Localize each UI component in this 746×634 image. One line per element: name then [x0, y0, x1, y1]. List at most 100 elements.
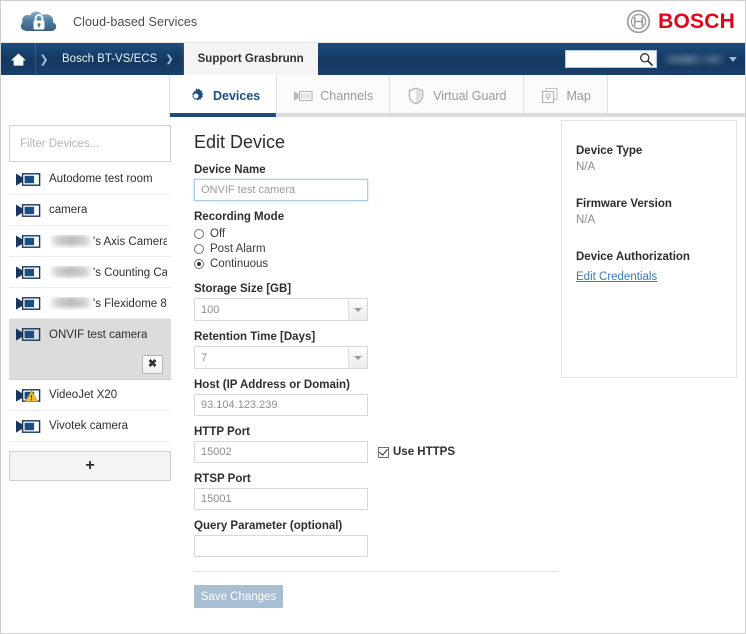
brand-bar: Cloud-based Services BOSCH: [1, 1, 745, 43]
user-name-label: [663, 55, 726, 64]
save-changes-button[interactable]: Save Changes: [194, 585, 283, 608]
use-https-label: Use HTTPS: [393, 446, 455, 458]
device-list-item-suffix: 's Counting Camera: [93, 267, 167, 279]
http-port-label: HTTP Port: [194, 426, 745, 438]
device-authorization-group: Device Authorization Edit Credentials: [576, 251, 736, 285]
device-list-item[interactable]: camera: [9, 195, 171, 226]
bosch-logo: BOSCH: [626, 9, 735, 34]
query-parameter-input[interactable]: [194, 535, 368, 557]
device-list-item-label: 's Flexidome 8000i: [49, 297, 167, 310]
bosch-anchor-icon: [626, 9, 651, 34]
device-list-item[interactable]: VideoJet X20: [9, 380, 171, 411]
breadcrumb-site[interactable]: Support Grasbrunn: [184, 43, 318, 75]
host-label: Host (IP Address or Domain): [194, 379, 745, 391]
plus-icon: +: [85, 458, 94, 474]
host-group: Host (IP Address or Domain) 93.104.123.2…: [194, 379, 745, 416]
device-list-item-actions: ✖: [9, 350, 171, 380]
device-list-item-label: VideoJet X20: [49, 389, 117, 401]
storage-size-select[interactable]: 100: [194, 298, 368, 321]
application-window: Cloud-based Services BOSCH ❯ Bosch BT-VS…: [0, 0, 746, 634]
device-list-item[interactable]: 's Flexidome 8000i: [9, 288, 171, 319]
device-list-item[interactable]: Vivotek camera: [9, 411, 171, 442]
device-list-item-label: camera: [49, 204, 87, 216]
device-list-item[interactable]: Autodome test room: [9, 164, 171, 195]
tab-channels[interactable]: Channels: [277, 75, 390, 117]
device-list-item-suffix: 's Flexidome 8000i: [93, 298, 167, 310]
device-authorization-label: Device Authorization: [576, 251, 736, 263]
tab-devices-label: Devices: [213, 89, 260, 103]
close-icon[interactable]: ✖: [142, 355, 163, 374]
use-https-checkbox[interactable]: Use HTTPS: [378, 446, 455, 458]
camera-icon: [15, 296, 41, 311]
add-device-button[interactable]: +: [9, 451, 171, 481]
device-list-item-label: 's Counting Camera: [49, 266, 167, 279]
chevron-down-icon[interactable]: [348, 299, 367, 320]
chevron-right-icon: ❯: [165, 54, 173, 65]
device-type-group: Device Type N/A: [576, 145, 736, 173]
chevron-down-icon[interactable]: [729, 57, 737, 62]
filter-devices-input[interactable]: [18, 137, 162, 151]
firmware-version-group: Firmware Version N/A: [576, 198, 736, 226]
device-list-item-label: ONVIF test camera: [49, 329, 147, 341]
navigation-bar: ❯ Bosch BT-VS/ECS ❯ Support Grasbrunn: [1, 43, 745, 75]
tab-virtual-guard-label: Virtual Guard: [433, 89, 506, 103]
tab-virtual-guard[interactable]: Virtual Guard: [390, 75, 523, 117]
search-icon[interactable]: [639, 52, 653, 66]
content-area: Autodome test room camera: [1, 117, 745, 633]
tab-map[interactable]: Map: [524, 75, 608, 117]
tab-map-label: Map: [567, 89, 591, 103]
recording-mode-option-continuous-label: Continuous: [210, 258, 268, 270]
rtsp-port-group: RTSP Port 15001: [194, 473, 745, 510]
device-list-item[interactable]: 's Axis Camera: [9, 226, 171, 257]
query-parameter-group: Query Parameter (optional): [194, 520, 745, 557]
firmware-version-label: Firmware Version: [576, 198, 736, 210]
search-box[interactable]: [565, 50, 657, 68]
camera-icon: [15, 234, 41, 249]
navbar-spacer: [318, 43, 565, 75]
cloud-lock-icon: [17, 7, 61, 37]
bosch-wordmark: BOSCH: [658, 11, 735, 32]
filter-devices-field[interactable]: [9, 125, 171, 162]
camera-icon: [15, 265, 41, 280]
checkbox-checked-icon[interactable]: [378, 447, 389, 458]
shield-icon: [406, 86, 426, 106]
camera-icon: [15, 203, 41, 218]
camera-icon: [15, 419, 41, 434]
edit-device-form: Edit Device Device Name ONVIF test camer…: [178, 117, 745, 633]
host-input[interactable]: 93.104.123.239: [194, 394, 368, 416]
radio-icon[interactable]: [194, 244, 204, 254]
radio-icon[interactable]: [194, 229, 204, 239]
rtsp-port-label: RTSP Port: [194, 473, 745, 485]
http-port-input[interactable]: 15002: [194, 441, 368, 463]
breadcrumb-site-label: Support Grasbrunn: [198, 53, 304, 65]
retention-time-value: 7: [201, 352, 207, 364]
edit-credentials-link[interactable]: Edit Credentials: [576, 271, 657, 283]
tab-devices[interactable]: Devices: [169, 75, 277, 117]
form-divider: [194, 571, 558, 572]
tab-channels-label: Channels: [320, 89, 373, 103]
camera-warning-icon: [15, 388, 41, 403]
chevron-down-icon[interactable]: [348, 347, 367, 368]
device-list-panel: Autodome test room camera: [1, 117, 178, 633]
device-list: Autodome test room camera: [9, 164, 171, 442]
device-name-input[interactable]: ONVIF test camera: [194, 179, 368, 201]
camera-icon: [15, 327, 41, 342]
device-type-label: Device Type: [576, 145, 736, 157]
device-list-item[interactable]: 's Counting Camera: [9, 257, 171, 288]
device-list-item-selected[interactable]: ONVIF test camera: [9, 319, 171, 350]
device-type-value: N/A: [576, 161, 736, 173]
device-list-item-suffix: 's Axis Camera: [93, 236, 167, 248]
recording-mode-option-off-label: Off: [210, 228, 225, 240]
device-list-item-label: Vivotek camera: [49, 420, 128, 432]
retention-time-select[interactable]: 7: [194, 346, 368, 369]
rtsp-port-input[interactable]: 15001: [194, 488, 368, 510]
radio-selected-icon[interactable]: [194, 259, 204, 269]
home-icon[interactable]: [1, 43, 36, 75]
firmware-version-value: N/A: [576, 214, 736, 226]
user-menu[interactable]: [663, 51, 737, 67]
breadcrumb-organization-label: Bosch BT-VS/ECS: [62, 53, 157, 65]
query-parameter-label: Query Parameter (optional): [194, 520, 745, 532]
module-tabs: Devices Channels Virtual Guard: [1, 75, 745, 117]
breadcrumb-organization[interactable]: Bosch BT-VS/ECS ❯: [52, 43, 184, 75]
device-list-item-label: 's Axis Camera: [49, 235, 167, 248]
